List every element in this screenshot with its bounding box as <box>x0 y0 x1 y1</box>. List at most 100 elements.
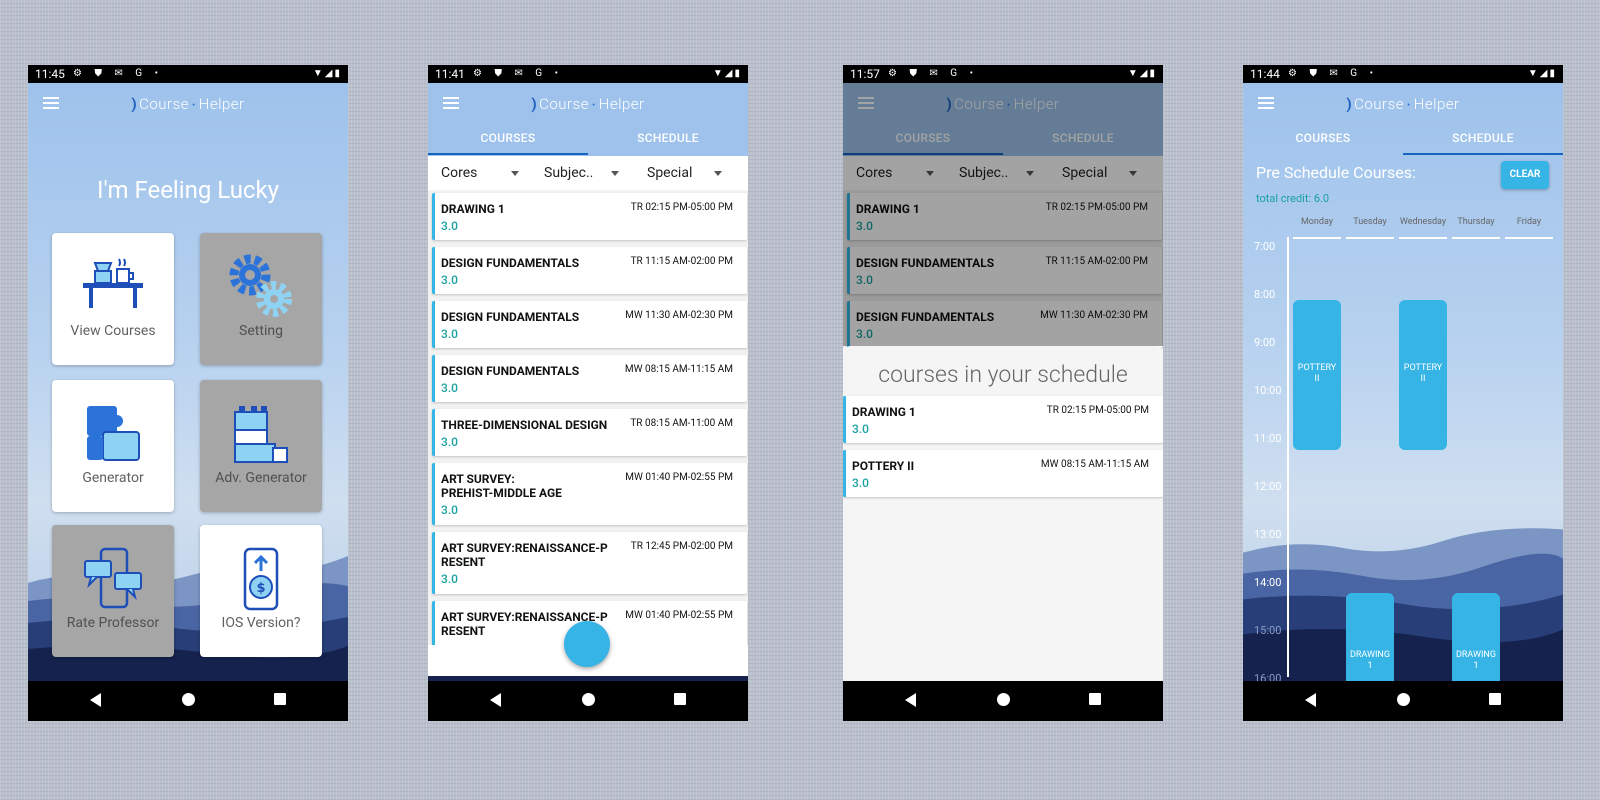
course-card[interactable]: THREE-DIMENSIONAL DESIGN TR 08:15 AM-11:0… <box>432 409 747 456</box>
tab-schedule[interactable]: SCHEDULE <box>588 131 748 145</box>
home-icon[interactable] <box>582 693 595 706</box>
scheduled-course-card[interactable]: DRAWING 1 TR 02:15 PM-05:00 PM 3.0 <box>843 396 1163 443</box>
status-bar: 11:45 ⚙ ⛊ ✉ G • ▼◢▮ <box>28 65 348 83</box>
tab-courses[interactable]: COURSES <box>428 131 588 145</box>
course-credit: 3.0 <box>441 327 458 341</box>
setting-tile[interactable]: Setting <box>200 233 322 365</box>
sheet-title: courses in your schedule <box>878 361 1128 388</box>
block-label: POTTERY II <box>1403 363 1443 384</box>
building-blocks-icon <box>234 406 288 463</box>
puzzle-icon <box>87 406 140 461</box>
status-time: 11:57 <box>850 67 880 81</box>
course-credit: 3.0 <box>441 503 458 517</box>
phone-schedule: 11:44 ⚙ ⛊ ✉ G • ▼◢▮ ) Course • Helper COURS… <box>1243 65 1563 721</box>
filter-bar: Cores Subjec.. Special <box>428 156 748 190</box>
course-time: TR 02:15 PM-05:00 PM <box>1046 405 1149 416</box>
time-axis-line <box>1287 237 1289 677</box>
subject-dropdown[interactable]: Subjec.. <box>544 165 634 181</box>
course-credit: 3.0 <box>441 381 458 395</box>
home-icon[interactable] <box>182 693 195 706</box>
day-underline <box>1505 237 1553 239</box>
android-nav-bar <box>1243 681 1563 721</box>
back-icon[interactable] <box>90 693 101 707</box>
course-list: DRAWING 1 TR 02:15 PM-05:00 PM 3.0 DESIGN … <box>428 190 748 645</box>
course-card[interactable]: DESIGN FUNDAMENTALS TR 11:15 AM-02:00 PM 3… <box>432 247 747 294</box>
course-name: POTTERY II <box>852 459 915 473</box>
course-card[interactable]: ART SURVEY: PREHIST-MIDDLE AGE MW 01:40 P… <box>432 463 747 525</box>
schedule-block-pottery-wednesday[interactable]: POTTERY II <box>1399 300 1447 450</box>
recents-icon[interactable] <box>1489 693 1501 705</box>
floating-action-button[interactable] <box>564 621 610 667</box>
course-time: TR 02:15 PM-05:00 PM <box>630 202 733 213</box>
rate-professor-tile[interactable]: Rate Professor <box>52 525 174 657</box>
course-card[interactable]: ART SURVEY:RENAISSANCE-P RESENT TR 12:45 … <box>432 532 747 594</box>
phone-home: 11:45 ⚙ ⛊ ✉ G • ▼◢▮ ) Course • Helper I'm F… <box>28 65 348 721</box>
ios-version-tile[interactable]: $ IOS Version? <box>200 525 322 657</box>
phone-schedule-sheet: 11:57 ⚙ ⛊ ✉ G • ▼◢▮ ) Course • Helper COURS… <box>843 65 1163 721</box>
tab-schedule[interactable]: SCHEDULE <box>1403 131 1563 145</box>
gears-icon <box>229 254 292 317</box>
special-dropdown[interactable]: Special <box>647 165 737 181</box>
day-header: Wednesday <box>1399 217 1447 227</box>
course-credit: 3.0 <box>441 273 458 287</box>
total-credit: total credit: 6.0 <box>1256 192 1330 205</box>
setting-label: Setting <box>239 323 283 339</box>
recents-icon[interactable] <box>674 693 686 705</box>
schedule-block-drawing-tuesday[interactable]: DRAWING 1 <box>1346 593 1394 681</box>
tab-courses[interactable]: COURSES <box>1243 131 1403 145</box>
schedule-block-pottery-monday[interactable]: POTTERY II <box>1293 300 1341 450</box>
block-label: POTTERY II <box>1297 363 1337 384</box>
hour-label: 13:00 <box>1254 528 1282 541</box>
course-card[interactable]: DRAWING 1 TR 02:15 PM-05:00 PM 3.0 <box>432 193 747 240</box>
course-time: TR 11:15 AM-02:00 PM <box>630 256 733 267</box>
android-nav-bar <box>28 681 348 721</box>
course-card[interactable]: DESIGN FUNDAMENTALS MW 08:15 AM-11:15 AM 3… <box>432 355 747 402</box>
course-name: DESIGN FUNDAMENTALS <box>441 256 580 270</box>
clear-button[interactable]: CLEAR <box>1501 161 1549 189</box>
course-time: MW 11:30 AM-02:30 PM <box>625 310 733 321</box>
day-header: Tuesday <box>1353 217 1387 227</box>
recents-icon[interactable] <box>1089 693 1101 705</box>
back-icon[interactable] <box>1305 693 1316 707</box>
schedule-block-drawing-thursday[interactable]: DRAWING 1 <box>1452 593 1500 681</box>
hour-label: 15:00 <box>1254 624 1282 637</box>
course-credit: 3.0 <box>852 476 869 490</box>
course-name: DESIGN FUNDAMENTALS <box>441 310 580 324</box>
back-icon[interactable] <box>490 693 501 707</box>
home-icon[interactable] <box>1397 693 1410 706</box>
status-battery-icons: ▼◢▮ <box>1527 68 1557 79</box>
scrim-overlay[interactable] <box>843 83 1163 346</box>
course-time: TR 08:15 AM-11:00 AM <box>630 418 733 429</box>
course-card[interactable]: DESIGN FUNDAMENTALS MW 11:30 AM-02:30 PM 3… <box>432 301 747 348</box>
mountain-background <box>1243 528 1563 681</box>
course-time: MW 08:15 AM-11:15 AM <box>1040 459 1149 470</box>
course-credit: 3.0 <box>441 572 458 586</box>
back-icon[interactable] <box>905 693 916 707</box>
app-logo: ) Course • Helper <box>131 95 245 113</box>
generator-label: Generator <box>82 470 144 486</box>
tab-bar: COURSES SCHEDULE <box>1243 121 1563 155</box>
status-bar: 11:41 ⚙ ⛊ ✉ G • ▼◢▮ <box>428 65 748 83</box>
day-header: Friday <box>1516 217 1542 227</box>
view-courses-tile[interactable]: View Courses <box>52 233 174 365</box>
status-time: 11:45 <box>35 67 65 81</box>
home-icon[interactable] <box>997 693 1010 706</box>
courses-screen: ) Course • Helper COURSES SCHEDULE Cores Su… <box>428 83 748 681</box>
active-tab-indicator <box>1403 153 1563 155</box>
block-label: DRAWING 1 <box>1349 650 1390 671</box>
hour-label: 9:00 <box>1254 336 1276 349</box>
phone-dollar-icon: $ <box>243 547 279 611</box>
adv-generator-tile[interactable]: Adv. Generator <box>200 380 322 512</box>
feeling-lucky-headline[interactable]: I'm Feeling Lucky <box>28 176 348 204</box>
recents-icon[interactable] <box>274 693 286 705</box>
status-notification-icons: ⚙ ⛊ ✉ G • <box>888 68 978 79</box>
pre-schedule-title: Pre Schedule Courses: <box>1256 163 1416 182</box>
hour-label: 12:00 <box>1254 480 1282 493</box>
day-underline <box>1346 237 1394 239</box>
scheduled-course-card[interactable]: POTTERY II MW 08:15 AM-11:15 AM 3.0 <box>843 450 1163 497</box>
adv-generator-label: Adv. Generator <box>215 470 307 486</box>
phone-courses: 11:41 ⚙ ⛊ ✉ G • ▼◢▮ ) Course • Helper COURS… <box>428 65 748 721</box>
generator-tile[interactable]: Generator <box>52 380 174 512</box>
course-credit: 3.0 <box>441 435 458 449</box>
cores-dropdown[interactable]: Cores <box>441 165 531 181</box>
